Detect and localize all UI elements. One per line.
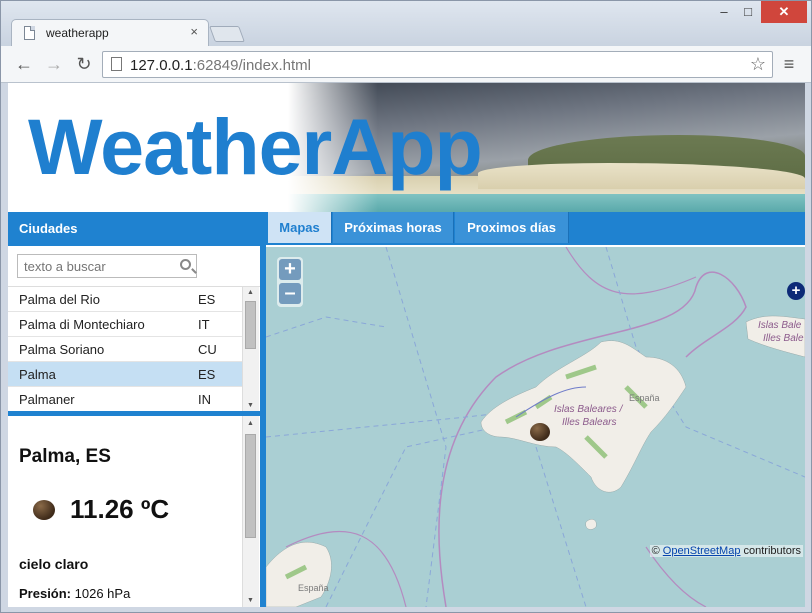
page-content: WeatherApp Ciudades Palma del Rio ES Pal… (8, 83, 805, 607)
city-row[interactable]: Palmaner IN (8, 387, 242, 412)
scroll-up-icon[interactable]: ▲ (243, 418, 258, 430)
weather-panel: Palma, ES 11.26 ºC cielo claro Presión: … (8, 416, 260, 607)
app-logo: WeatherApp (28, 102, 483, 191)
tab-proximos-dias[interactable]: Proximos días (455, 212, 569, 243)
minimize-button[interactable]: – (713, 1, 735, 23)
close-tab-icon[interactable]: × (190, 24, 198, 39)
weather-city-title: Palma, ES (19, 446, 111, 467)
map-label-islands-ca: Illes Balears (562, 417, 617, 428)
back-arrow-icon[interactable]: ← (11, 52, 37, 76)
city-row-selected[interactable]: Palma ES (8, 362, 242, 387)
city-list: Palma del Rio ES Palma di Montechiaro IT… (8, 286, 260, 412)
search-icon[interactable] (180, 259, 191, 270)
scroll-thumb[interactable] (245, 434, 256, 538)
city-country-code: CU (198, 342, 217, 357)
zoom-in-button[interactable]: + (279, 259, 301, 280)
openstreetmap-link[interactable]: OpenStreetMap (663, 545, 741, 557)
reload-icon[interactable]: ↻ (71, 52, 97, 76)
page-icon (111, 57, 122, 71)
clear-sky-icon (33, 500, 55, 520)
forward-arrow-icon[interactable]: → (41, 52, 67, 76)
new-tab-button[interactable] (209, 26, 245, 42)
bookmark-star-icon[interactable]: ☆ (750, 54, 766, 75)
title-bar: weatherapp × – □ ✕ (1, 1, 811, 46)
city-country-code: IT (198, 317, 210, 332)
url-path: :62849/index.html (192, 57, 311, 74)
zoom-control: + – (277, 257, 303, 307)
close-window-button[interactable]: ✕ (761, 1, 807, 23)
city-list-scrollbar[interactable]: ▲ ▼ (242, 287, 259, 412)
city-row[interactable]: Palma del Rio ES (8, 287, 242, 312)
map-label-islands: Islas Baleares / (554, 404, 623, 415)
weather-description: cielo claro (19, 556, 89, 572)
search-input[interactable] (18, 255, 168, 277)
pressure-value: 1026 hPa (74, 586, 131, 601)
browser-window: weatherapp × – □ ✕ ← → ↻ 127.0.0.1:62849… (0, 0, 812, 613)
layer-switcher-icon[interactable]: + (787, 282, 805, 300)
weather-scrollbar[interactable]: ▲ ▼ (242, 416, 259, 607)
tab-mapas[interactable]: Mapas (268, 212, 332, 243)
tab-proximas-horas[interactable]: Próximas horas (333, 212, 454, 243)
maximize-button[interactable]: □ (737, 1, 759, 23)
city-name: Palmaner (19, 392, 75, 407)
tab-title: weatherapp (46, 26, 109, 40)
pressure: Presión: 1026 hPa (19, 586, 130, 601)
map-label-menorca-ca: Illes Bale (763, 333, 804, 344)
pressure-label: Presión: (19, 586, 72, 601)
city-country-code: ES (198, 292, 216, 307)
city-country-code: IN (198, 392, 211, 407)
temperature: 11.26 ºC (70, 494, 170, 524)
url-host: 127.0.0.1 (130, 57, 193, 74)
scroll-thumb[interactable] (245, 301, 256, 349)
city-name: Palma del Rio (19, 292, 100, 307)
location-marker-icon[interactable] (530, 423, 550, 441)
map-panel: Mapas Próximas horas Proximos días Islas… (266, 212, 805, 607)
map-label-espana: España (629, 393, 660, 403)
attribution-copyright: © (651, 545, 660, 557)
city-name: Palma Soriano (19, 342, 105, 357)
map-attribution: © OpenStreetMap contributors (649, 545, 803, 557)
city-name: Palma di Montechiaro (19, 317, 145, 332)
cities-heading: Ciudades (8, 212, 260, 246)
city-row[interactable]: Palma di Montechiaro IT (8, 312, 242, 337)
zoom-out-button[interactable]: – (279, 283, 301, 304)
browser-tab[interactable]: weatherapp × (11, 19, 209, 46)
app-header: WeatherApp (8, 83, 805, 212)
map-tabs: Mapas Próximas horas Proximos días (266, 212, 805, 245)
browser-toolbar: ← → ↻ 127.0.0.1:62849/index.html ☆ ≡ (1, 46, 811, 83)
map-label-menorca: Islas Bale (758, 320, 802, 331)
page-icon (24, 26, 35, 40)
sidebar: Ciudades Palma del Rio ES Palma di Monte… (8, 212, 260, 607)
scroll-down-icon[interactable]: ▼ (243, 595, 258, 607)
url-text[interactable]: 127.0.0.1:62849/index.html (130, 57, 311, 74)
map[interactable]: Islas Baleares / Illes Balears España Es… (266, 247, 805, 607)
attribution-contributors: contributors (743, 545, 801, 557)
city-name: Palma (19, 367, 56, 382)
menu-icon[interactable]: ≡ (779, 54, 799, 74)
search-box (17, 254, 197, 278)
map-label-espana-ibiza: España (298, 583, 329, 593)
scroll-up-icon[interactable]: ▲ (243, 287, 258, 299)
city-row[interactable]: Palma Soriano CU (8, 337, 242, 362)
address-bar[interactable]: 127.0.0.1:62849/index.html ☆ (102, 51, 773, 78)
city-country-code: ES (198, 367, 216, 382)
